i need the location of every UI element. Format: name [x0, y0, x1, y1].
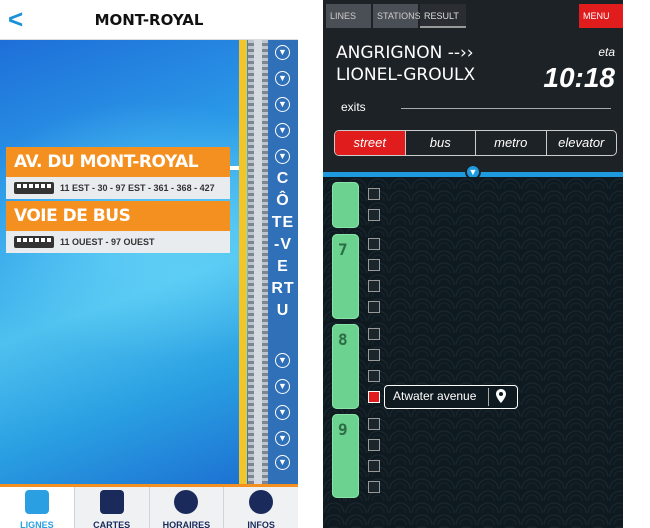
tab-lines[interactable]: LINES — [326, 4, 371, 28]
tab-infos[interactable]: INFOS — [223, 487, 298, 528]
exit-type-filter: street bus metro elevator — [334, 130, 617, 156]
bus-icon — [24, 490, 49, 514]
direction-label: CÔTE-VERTU — [271, 170, 295, 319]
filter-elevator[interactable]: elevator — [545, 131, 617, 155]
train-car[interactable]: 9 — [332, 414, 359, 498]
door-marker[interactable] — [368, 259, 380, 271]
chevron-down-icon[interactable]: ▼ — [275, 405, 290, 420]
tab-label: INFOS — [247, 520, 275, 528]
route-summary: ANGRIGNON --›› LIONEL-GROULX — [336, 42, 475, 86]
stm-station-screen: < MONT-ROYAL CÔTE-VERTU ▼ ▼ ▼ ▼ ▼ ▼ ▼ ▼ … — [0, 0, 298, 528]
door-marker[interactable] — [368, 370, 380, 382]
chevron-down-icon[interactable]: ▼ — [275, 379, 290, 394]
exit-name: Atwater avenue — [393, 389, 477, 403]
chevron-down-icon[interactable]: ▼ — [275, 123, 290, 138]
info-icon — [249, 490, 274, 514]
bus-routes: 11 OUEST - 97 OUEST — [60, 237, 155, 247]
map-icon — [99, 490, 124, 514]
car-number: 9 — [338, 420, 348, 439]
filter-street[interactable]: street — [335, 131, 405, 155]
chevron-down-icon[interactable]: ▼ — [275, 45, 290, 60]
eta-label: eta — [598, 45, 615, 59]
tab-lignes[interactable]: LIGNES — [0, 487, 74, 528]
chevron-down-icon[interactable]: ▼ — [275, 71, 290, 86]
chevron-down-icon[interactable]: ▼ — [275, 431, 290, 446]
station-title: MONT-ROYAL — [94, 11, 204, 29]
door-marker[interactable] — [368, 349, 380, 361]
exit-card-title: VOIE DE BUS — [6, 201, 230, 231]
door-marker[interactable] — [368, 238, 380, 250]
bus-routes-row: 11 OUEST - 97 OUEST — [6, 231, 230, 253]
door-marker[interactable] — [368, 460, 380, 472]
tab-cartes[interactable]: CARTES — [73, 487, 149, 528]
divider — [488, 388, 489, 406]
exit-card-voie-de-bus[interactable]: VOIE DE BUS 11 OUEST - 97 OUEST — [6, 201, 230, 253]
door-marker[interactable] — [368, 481, 380, 493]
door-marker[interactable] — [368, 209, 380, 221]
train-car[interactable]: 7 — [332, 234, 359, 319]
route-destination: LIONEL-GROULX — [336, 65, 476, 85]
filter-metro[interactable]: metro — [475, 131, 546, 155]
metro-track-center — [254, 40, 262, 484]
tab-horaires[interactable]: HORAIRES — [148, 487, 224, 528]
door-marker[interactable] — [368, 328, 380, 340]
exit-callout[interactable]: Atwater avenue — [384, 385, 518, 409]
bus-routes: 11 EST - 30 - 97 EST - 361 - 368 - 427 — [60, 183, 215, 193]
map-pin-icon[interactable] — [496, 389, 506, 403]
trip-header: LINES STATIONS RESULT MENU ANGRIGNON --›… — [323, 0, 623, 172]
filter-bus[interactable]: bus — [404, 131, 476, 155]
tab-result[interactable]: RESULT — [420, 4, 466, 28]
tab-label: CARTES — [93, 520, 131, 528]
screen: < MONT-ROYAL CÔTE-VERTU ▼ ▼ ▼ ▼ ▼ ▼ ▼ ▼ … — [0, 0, 650, 528]
train-car[interactable]: 8 — [332, 324, 359, 409]
bus-icon — [14, 182, 54, 194]
tab-stations[interactable]: STATIONS — [373, 4, 421, 28]
door-marker[interactable] — [368, 188, 380, 200]
door-marker[interactable] — [368, 280, 380, 292]
eta-time: 10:18 — [543, 62, 615, 93]
clock-icon — [174, 490, 199, 514]
chevron-down-icon[interactable]: ▼ — [275, 149, 290, 164]
door-marker[interactable] — [368, 301, 380, 313]
bottom-tab-bar: LIGNES CARTES HORAIRES INFOS — [0, 484, 298, 528]
platform-edge-line — [239, 40, 247, 484]
chevron-down-icon[interactable]: ▼ — [275, 353, 290, 368]
exits-divider — [401, 108, 611, 109]
door-marker[interactable] — [368, 439, 380, 451]
route-origin: ANGRIGNON --›› — [336, 43, 474, 63]
train-car[interactable] — [332, 182, 359, 228]
chevron-down-icon[interactable]: ▼ — [275, 97, 290, 112]
exit-finder-screen: LINES STATIONS RESULT MENU ANGRIGNON --›… — [323, 0, 623, 528]
bus-routes-row: 11 EST - 30 - 97 EST - 361 - 368 - 427 — [6, 177, 230, 199]
car-number: 7 — [338, 240, 348, 259]
car-number: 8 — [338, 330, 348, 349]
station-map: CÔTE-VERTU ▼ ▼ ▼ ▼ ▼ ▼ ▼ ▼ ▼ ▼ — [0, 40, 298, 484]
exit-card-mont-royal[interactable]: AV. DU MONT-ROYAL 11 EST - 30 - 97 EST -… — [6, 147, 230, 199]
header-bar: < MONT-ROYAL — [0, 0, 298, 40]
tab-label: HORAIRES — [162, 520, 211, 528]
bus-icon — [14, 236, 54, 248]
menu-button[interactable]: MENU — [579, 4, 623, 28]
train-platform-view: 7 8 9 Atwater avenue — [323, 177, 623, 528]
exit-card-title: AV. DU MONT-ROYAL — [6, 147, 230, 177]
chevron-down-icon[interactable]: ▼ — [275, 455, 290, 470]
exits-label: exits — [341, 100, 366, 114]
tab-label: LIGNES — [20, 520, 54, 528]
door-marker[interactable] — [368, 418, 380, 430]
door-marker-selected[interactable] — [368, 391, 380, 403]
